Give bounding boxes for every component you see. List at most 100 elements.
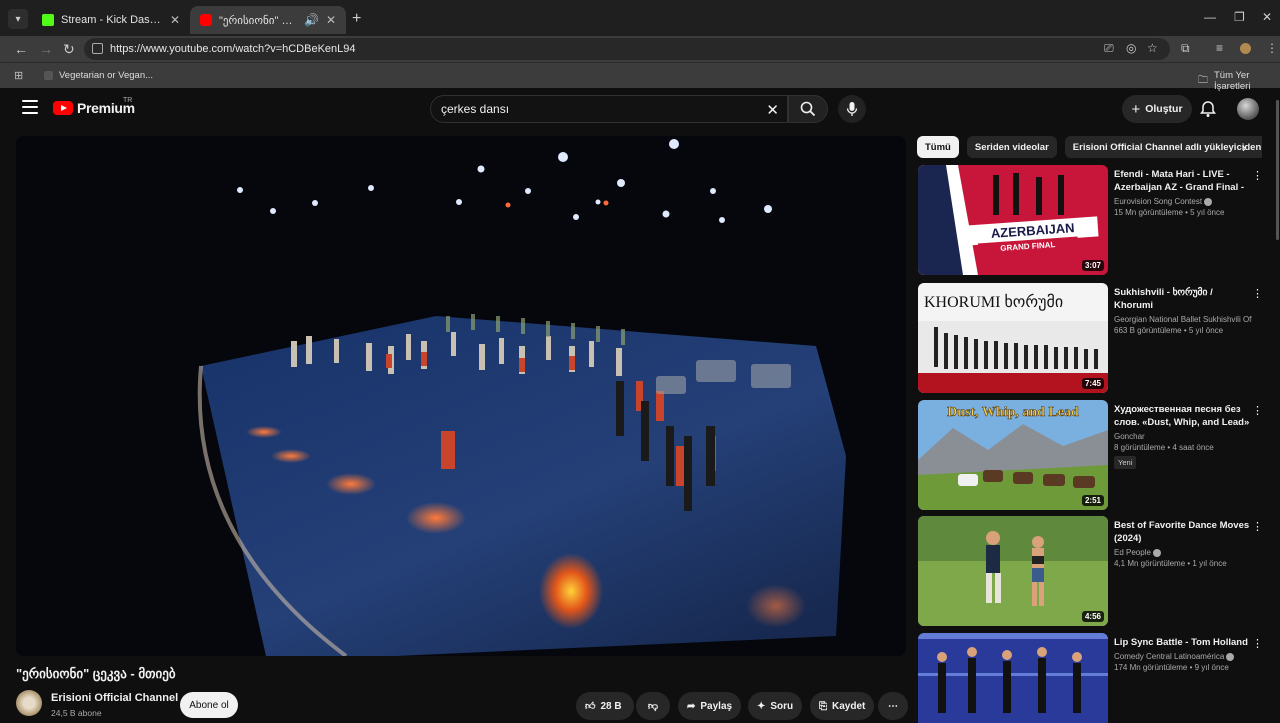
- restore-icon[interactable]: ❐: [1234, 10, 1245, 24]
- recommendation-channel[interactable]: Ed People: [1114, 548, 1252, 557]
- video-thumbnail[interactable]: KHORUMI ხორუმი 7:45: [918, 283, 1108, 393]
- account-avatar[interactable]: [1237, 98, 1259, 120]
- more-dots-icon: ⋯: [888, 700, 898, 712]
- channel-name[interactable]: Erisioni Official Channel: [51, 692, 178, 704]
- new-badge: Yeni: [1114, 456, 1137, 469]
- recommendation-title[interactable]: Lip Sync Battle - Tom Holland: [1114, 636, 1252, 649]
- minimize-icon[interactable]: —: [1204, 10, 1216, 24]
- bookmark-star-icon[interactable]: ☆: [1147, 41, 1158, 55]
- audio-playing-icon[interactable]: 🔊: [304, 13, 319, 27]
- chip-series[interactable]: Seriden videolar: [966, 136, 1057, 158]
- recommendation-item[interactable]: KHORUMI ხორუმი 7:45 Sukhishvili - ხორუმი…: [918, 283, 1263, 395]
- apps-grid-icon[interactable]: ⊞: [14, 69, 23, 82]
- video-frame-stage-scene: [16, 136, 906, 656]
- thumbs-down-icon: 👎︎: [647, 701, 659, 712]
- close-window-icon[interactable]: ✕: [1262, 10, 1272, 24]
- dislike-button[interactable]: 👎︎: [636, 692, 670, 720]
- recommendation-channel[interactable]: Comedy Central Latinoamérica: [1114, 652, 1252, 661]
- close-tab-icon[interactable]: ✕: [170, 13, 180, 27]
- recommendation-title[interactable]: Efendi - Mata Hari - LIVE - Azerbaijan A…: [1114, 168, 1252, 194]
- subscribe-button[interactable]: Abone ol: [180, 692, 238, 718]
- eye-off-icon[interactable]: ◎: [1126, 41, 1136, 55]
- bookmark-all[interactable]: 🗀 Tüm Yer İşaretleri: [1198, 70, 1280, 92]
- more-vert-icon[interactable]: ⋮: [1252, 520, 1263, 533]
- bookmarks-bar: ⊞ Vegetarian or Vegan... 🗀 Tüm Yer İşare…: [0, 62, 1280, 92]
- chip-uploader[interactable]: Erisioni Official Channel adlı yükleyici…: [1064, 136, 1262, 158]
- video-duration: 2:51: [1081, 495, 1104, 506]
- new-tab-plus-icon[interactable]: +: [352, 10, 361, 28]
- recommendation-meta: 174 Mn görüntüleme • 9 yıl önce: [1114, 663, 1229, 672]
- more-vert-icon[interactable]: ⋮: [1252, 637, 1263, 650]
- address-bar[interactable]: https://www.youtube.com/watch?v=hCDBeKen…: [84, 38, 1170, 60]
- video-thumbnail[interactable]: [918, 633, 1108, 723]
- recommendation-item[interactable]: AZERBAIJAN GRAND FINAL 3:07 Efendi - Mat…: [918, 165, 1263, 277]
- page-scrollbar[interactable]: [1276, 100, 1279, 240]
- thumbnail-dust-whip-lead-graphic: Dust, Whip, and Lead: [918, 400, 1108, 510]
- bookmark-vegetarian[interactable]: Vegetarian or Vegan...: [44, 70, 153, 81]
- bookmark-favicon-icon: [44, 71, 53, 80]
- cast-icon[interactable]: ⎚: [1104, 41, 1114, 56]
- recommendation-item[interactable]: Dust, Whip, and Lead 2:51 Художественная…: [918, 400, 1263, 512]
- recommendation-channel[interactable]: Eurovision Song Contest: [1114, 197, 1252, 206]
- hamburger-menu-icon[interactable]: [22, 100, 38, 114]
- recommendation-filter-chips: Tümü Seriden videolar Erisioni Official …: [917, 136, 1262, 158]
- youtube-premium-logo[interactable]: Premium TR: [53, 97, 135, 116]
- video-thumbnail[interactable]: Dust, Whip, and Lead 2:51: [918, 400, 1108, 510]
- tab-search-chevron-icon[interactable]: ▾: [8, 9, 28, 29]
- plus-icon: +: [1131, 100, 1141, 118]
- clear-search-icon[interactable]: ✕: [766, 101, 779, 119]
- video-player[interactable]: [16, 136, 906, 656]
- video-title: "ერისიონი" ცეკვა - მთიებ: [16, 666, 176, 681]
- tab-kick-dashboard[interactable]: Stream - Kick Dashboard ✕: [32, 6, 190, 34]
- more-actions-button[interactable]: ⋯: [878, 692, 908, 720]
- video-thumbnail[interactable]: 4:56: [918, 516, 1108, 626]
- recommendation-meta: 8 görüntüleme • 4 saat önce: [1114, 443, 1214, 452]
- thumbnail-khorumi-graphic: KHORUMI ხორუმი: [918, 283, 1108, 393]
- more-vert-icon[interactable]: ⋮: [1252, 169, 1263, 182]
- back-arrow-icon[interactable]: ←: [14, 41, 28, 57]
- like-button[interactable]: 👍︎ 28 B: [576, 692, 634, 720]
- thumbnail-dance-moves-graphic: [918, 516, 1108, 626]
- more-vert-icon[interactable]: ⋮: [1252, 287, 1263, 300]
- extensions-icon[interactable]: ⧉: [1181, 41, 1190, 56]
- notifications-bell-icon[interactable]: [1200, 100, 1216, 123]
- kick-favicon-icon: [42, 14, 54, 26]
- search-input[interactable]: çerkes dansı ✕: [430, 95, 788, 123]
- more-vert-icon[interactable]: ⋮: [1252, 404, 1263, 417]
- profile-avatar[interactable]: [1240, 43, 1251, 54]
- thumb-caption: Dust, Whip, and Lead: [947, 405, 1079, 420]
- sparkle-icon: ✦: [757, 700, 766, 712]
- recommendation-title[interactable]: Sukhishvili - ხორუმი / Khorumi: [1114, 286, 1252, 312]
- reload-icon[interactable]: ↻: [63, 41, 75, 58]
- site-info-icon[interactable]: [92, 43, 103, 54]
- video-duration: 3:07: [1081, 260, 1104, 271]
- save-button[interactable]: ⎘ Kaydet: [810, 692, 875, 720]
- recommendation-item[interactable]: 4:56 Best of Favorite Dance Moves (2024)…: [918, 516, 1263, 628]
- bookmark-icon: ⎘: [819, 700, 827, 712]
- forward-arrow-icon[interactable]: →: [39, 41, 53, 57]
- browser-toolbar: ← → ↻ https://www.youtube.com/watch?v=hC…: [0, 36, 1280, 62]
- recommendation-item[interactable]: Lip Sync Battle - Tom Holland Comedy Cen…: [918, 633, 1263, 723]
- url-text: https://www.youtube.com/watch?v=hCDBeKen…: [110, 43, 356, 55]
- chip-all[interactable]: Tümü: [917, 136, 959, 158]
- voice-search-button[interactable]: [838, 95, 866, 123]
- tab-youtube-video[interactable]: "ერისიონი" ცეკვა - მთიებ 🔊 ✕: [190, 6, 346, 34]
- thumbnail-lip-sync-graphic: [918, 633, 1108, 723]
- close-tab-icon[interactable]: ✕: [326, 13, 336, 27]
- channel-avatar[interactable]: [16, 690, 42, 716]
- subscriber-count: 24,5 B abone: [51, 708, 102, 718]
- chevron-right-icon[interactable]: ›: [1242, 140, 1246, 155]
- media-control-icon[interactable]: ≡: [1216, 41, 1223, 55]
- share-button[interactable]: ➦ Paylaş: [678, 692, 742, 720]
- recommendation-title[interactable]: Best of Favorite Dance Moves (2024): [1114, 519, 1252, 545]
- recommendation-channel[interactable]: Gonchar: [1114, 432, 1252, 441]
- browser-menu-icon[interactable]: ⋮: [1266, 41, 1278, 55]
- video-thumbnail[interactable]: AZERBAIJAN GRAND FINAL 3:07: [918, 165, 1108, 275]
- ask-button[interactable]: ✦ Soru: [748, 692, 803, 720]
- recommendation-title[interactable]: Художественная песня без слов. «Dust, Wh…: [1114, 403, 1252, 429]
- create-button[interactable]: + Oluştur: [1122, 95, 1192, 123]
- microphone-icon: [846, 102, 858, 116]
- search-button[interactable]: [788, 95, 828, 123]
- recommendation-meta: 15 Mn görüntüleme • 5 yıl önce: [1114, 208, 1225, 217]
- recommendation-channel[interactable]: Georgian National Ballet Sukhishvili Off…: [1114, 315, 1252, 324]
